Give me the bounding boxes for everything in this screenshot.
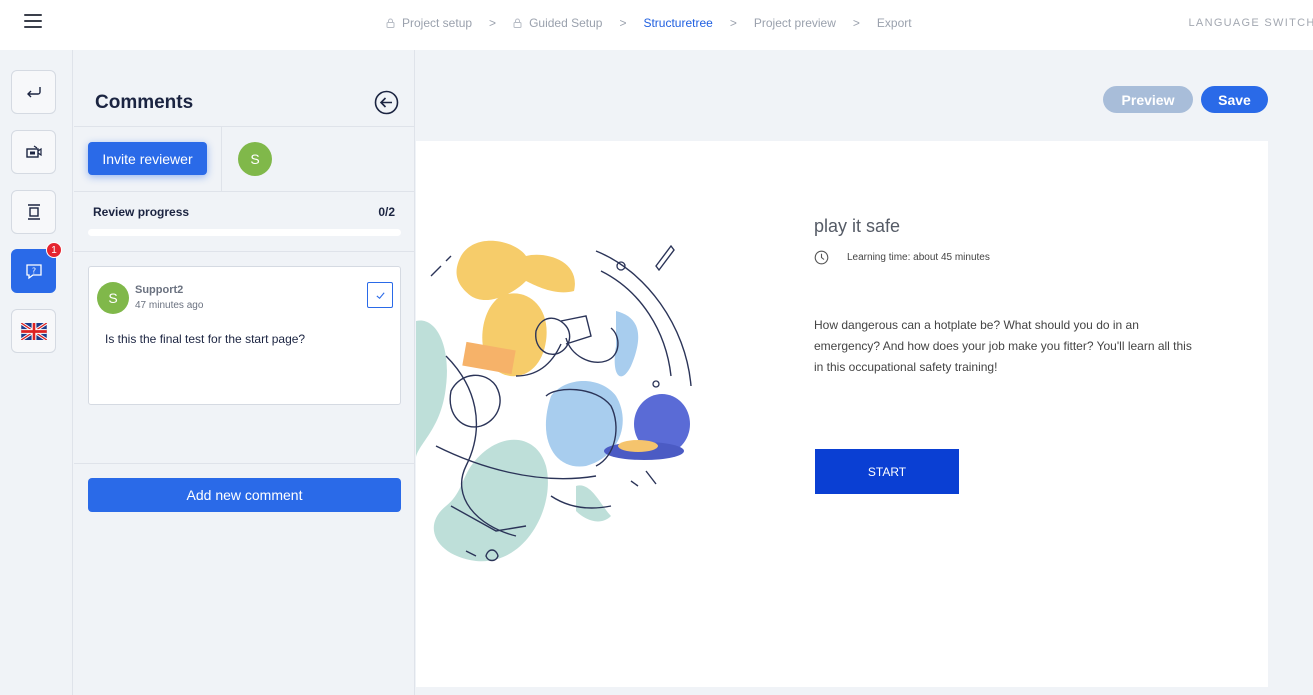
back-button[interactable] bbox=[11, 70, 56, 114]
panel-title: Comments bbox=[95, 92, 194, 113]
review-progress-count: 0/2 bbox=[378, 205, 395, 219]
reviewer-avatar[interactable]: S bbox=[238, 142, 272, 176]
breadcrumb-label: Export bbox=[876, 16, 912, 30]
add-comment-button[interactable]: Add new comment bbox=[88, 478, 401, 512]
lock-icon bbox=[513, 18, 522, 28]
breadcrumb: Project setup > Guided Setup > Structure… bbox=[386, 16, 912, 30]
preview-button[interactable]: Preview bbox=[1103, 86, 1193, 113]
breadcrumb-separator: > bbox=[852, 16, 860, 30]
breadcrumb-separator: > bbox=[729, 16, 737, 30]
top-bar: Project setup > Guided Setup > Structure… bbox=[0, 0, 1313, 50]
start-button[interactable]: START bbox=[815, 449, 959, 494]
comment-card: S Support2 47 minutes ago Is this the fi… bbox=[88, 266, 401, 405]
page-preview: play it safe Learning time: about 45 min… bbox=[416, 141, 1268, 687]
breadcrumb-export[interactable]: Export bbox=[877, 16, 912, 30]
structure-button[interactable] bbox=[11, 190, 56, 234]
comment-timestamp: 47 minutes ago bbox=[135, 300, 204, 311]
breadcrumb-label: Project setup bbox=[402, 16, 473, 30]
comment-author: Support2 bbox=[135, 284, 184, 296]
language-flag-button[interactable] bbox=[11, 309, 56, 353]
divider bbox=[74, 463, 415, 464]
back-arrow-icon bbox=[26, 87, 41, 98]
comments-button[interactable]: ? 1 bbox=[11, 242, 62, 293]
breadcrumb-structuretree[interactable]: Structuretree bbox=[643, 16, 712, 30]
breadcrumb-project-preview[interactable]: Project preview bbox=[754, 16, 836, 30]
lock-icon bbox=[386, 18, 395, 28]
save-button[interactable]: Save bbox=[1201, 86, 1268, 113]
svg-text:?: ? bbox=[31, 267, 35, 276]
course-title: play it safe bbox=[814, 216, 901, 236]
learning-time: Learning time: about 45 minutes bbox=[847, 252, 990, 263]
breadcrumb-label: Guided Setup bbox=[529, 16, 603, 30]
media-button[interactable] bbox=[11, 130, 56, 174]
hamburger-menu-icon[interactable] bbox=[24, 14, 42, 28]
avatar: S bbox=[97, 282, 129, 314]
breadcrumb-label: Structuretree bbox=[643, 16, 713, 30]
review-progress-label: Review progress bbox=[93, 205, 190, 219]
breadcrumb-label: Project preview bbox=[753, 16, 836, 30]
comments-icon: ? bbox=[25, 264, 42, 280]
icon-rail: ? 1 bbox=[0, 50, 73, 695]
comments-panel: Comments Invite reviewer S Review progre… bbox=[74, 50, 415, 695]
breadcrumb-separator: > bbox=[619, 16, 627, 30]
language-switch[interactable]: LANGUAGE SWITCH? bbox=[1189, 17, 1313, 29]
comment-text: Is this the final test for the start pag… bbox=[105, 332, 306, 346]
clock-icon bbox=[814, 250, 829, 265]
breadcrumb-project-setup[interactable]: Project setup bbox=[386, 16, 472, 30]
notification-badge: 1 bbox=[46, 242, 62, 258]
chef-illustration bbox=[416, 240, 692, 562]
close-panel-arrow-icon[interactable] bbox=[374, 90, 399, 115]
media-icon bbox=[25, 145, 42, 158]
divider bbox=[74, 126, 415, 127]
invite-reviewer-button[interactable]: Invite reviewer bbox=[88, 142, 207, 175]
divider bbox=[74, 191, 415, 192]
uk-flag-icon bbox=[20, 322, 47, 340]
divider bbox=[74, 251, 415, 252]
divider bbox=[221, 127, 222, 191]
resolve-checkbox[interactable] bbox=[367, 282, 393, 308]
review-progress-bar bbox=[88, 229, 401, 236]
course-description: How dangerous can a hotplate be? What sh… bbox=[814, 318, 1192, 374]
breadcrumb-separator: > bbox=[489, 16, 497, 30]
breadcrumb-guided-setup[interactable]: Guided Setup bbox=[513, 16, 602, 30]
structure-icon bbox=[27, 204, 40, 220]
checkmark-icon bbox=[375, 291, 385, 299]
